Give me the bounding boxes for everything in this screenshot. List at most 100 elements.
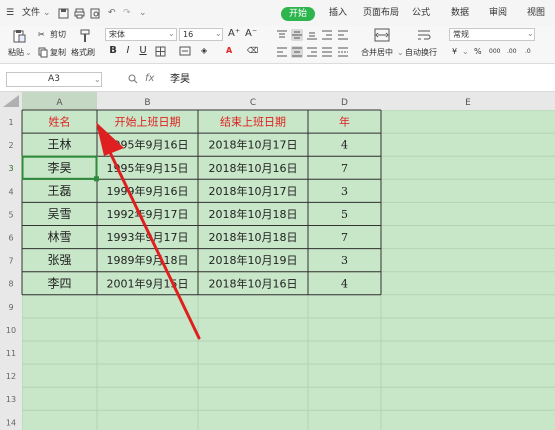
table-cell[interactable]: 7 xyxy=(341,231,348,244)
align-right-icon[interactable] xyxy=(306,46,318,58)
row-header-9[interactable]: 9 xyxy=(8,303,13,312)
row-header-5[interactable]: 5 xyxy=(8,210,13,219)
currency-chevron-icon[interactable]: ⌄ xyxy=(462,46,469,58)
column-header-B[interactable]: B xyxy=(144,98,150,108)
column-header-E[interactable]: E xyxy=(465,98,471,108)
table-cell[interactable]: 王林 xyxy=(47,138,71,152)
number-format-select[interactable]: 常规 xyxy=(449,28,535,41)
align-top-icon[interactable] xyxy=(276,29,288,41)
print-icon[interactable] xyxy=(74,8,85,19)
paste-icon[interactable] xyxy=(12,29,26,43)
row-header-7[interactable]: 7 xyxy=(8,257,13,266)
row-header-10[interactable]: 10 xyxy=(6,326,16,335)
table-cell[interactable]: 2018年10月16日 xyxy=(209,161,298,175)
insert-function-icon[interactable]: fx xyxy=(145,73,154,85)
fill-color-icon[interactable]: ◈ xyxy=(201,45,207,57)
row-header-12[interactable]: 12 xyxy=(6,372,16,381)
row-header-3[interactable]: 3 xyxy=(8,164,13,173)
format-painter-button[interactable]: 格式刷 xyxy=(71,47,95,59)
table-header-cell[interactable]: 结束上班日期 xyxy=(220,116,286,129)
table-cell[interactable]: 4 xyxy=(341,139,348,152)
name-box-chevron-icon[interactable]: ⌄ xyxy=(94,74,101,86)
table-cell[interactable]: 1992年9月17日 xyxy=(107,207,189,221)
number-format-chevron-icon[interactable]: ⌄ xyxy=(527,28,534,40)
align-middle-icon[interactable] xyxy=(291,29,303,41)
borders-icon[interactable] xyxy=(155,46,166,57)
increase-font-icon[interactable]: A⁺ xyxy=(228,28,240,40)
quick-access-chevron-icon[interactable]: ⌄ xyxy=(139,0,147,26)
align-left-icon[interactable] xyxy=(276,46,288,58)
formula-input[interactable]: 李昊 xyxy=(170,73,190,86)
column-header-D[interactable]: D xyxy=(341,98,348,108)
tab-review[interactable]: 审阅 xyxy=(489,0,507,26)
table-cell[interactable]: 李昊 xyxy=(47,160,71,175)
justify-icon[interactable] xyxy=(321,46,333,58)
table-cell[interactable]: 2018年10月18日 xyxy=(209,207,298,221)
row-header-11[interactable]: 11 xyxy=(6,349,16,358)
name-box[interactable]: A3 xyxy=(6,72,102,87)
table-cell[interactable]: 林雪 xyxy=(47,230,71,244)
cut-button[interactable]: 剪切 xyxy=(50,29,66,41)
distributed-align-icon[interactable] xyxy=(337,46,349,58)
underline-icon[interactable]: U xyxy=(137,45,149,57)
row-header-8[interactable]: 8 xyxy=(8,280,13,289)
table-cell[interactable]: 2018年10月19日 xyxy=(209,253,298,267)
italic-icon[interactable]: I xyxy=(122,45,134,57)
worksheet-grid[interactable]: A B C D E 1 2 3 4 5 6 7 8 9 10 11 12 13 14 姓名 开始上班日期 结束上班日期年… xyxy=(0,92,555,430)
table-cell[interactable]: 1989年9月18日 xyxy=(107,253,189,267)
font-color-icon[interactable]: A xyxy=(226,45,232,57)
row-header-4[interactable]: 4 xyxy=(8,187,13,196)
table-header-cell[interactable]: 开始上班日期 xyxy=(115,115,181,129)
clear-format-icon[interactable]: ⌫ xyxy=(247,45,258,57)
save-icon[interactable] xyxy=(58,8,69,19)
row-header-1[interactable]: 1 xyxy=(8,118,13,127)
wrap-text-button[interactable]: 自动换行 xyxy=(405,47,437,59)
table-cell[interactable]: 2018年10月18日 xyxy=(209,230,298,244)
undo-icon[interactable]: ↶ xyxy=(108,0,116,26)
fill-handle[interactable] xyxy=(94,176,99,182)
print-preview-icon[interactable] xyxy=(90,8,101,19)
table-cell[interactable]: 5 xyxy=(341,208,348,221)
table-cell[interactable]: 3 xyxy=(341,254,348,267)
file-menu-chevron-icon[interactable]: ⌄ xyxy=(43,0,51,26)
tab-page-layout[interactable]: 页面布局 xyxy=(363,0,399,26)
currency-icon[interactable]: ¥ xyxy=(452,46,457,58)
bold-icon[interactable]: B xyxy=(107,45,119,57)
merge-center-button[interactable]: 合并居中 xyxy=(361,47,393,59)
format-painter-icon[interactable] xyxy=(79,29,91,43)
decrease-font-icon[interactable]: A⁻ xyxy=(245,28,257,40)
percent-icon[interactable]: % xyxy=(474,46,482,58)
table-header-cell[interactable]: 年 xyxy=(339,115,350,129)
merge-center-chevron-icon[interactable]: ⌄ xyxy=(397,47,404,59)
font-name-select[interactable]: 宋体 xyxy=(105,28,177,41)
table-cell[interactable]: 2018年10月17日 xyxy=(209,138,298,152)
column-header-C[interactable]: C xyxy=(250,98,256,108)
font-name-chevron-icon[interactable]: ⌄ xyxy=(168,28,175,40)
increase-decimal-icon[interactable]: .00 xyxy=(507,46,517,58)
tab-view[interactable]: 视图 xyxy=(527,0,545,26)
wrap-text-icon[interactable] xyxy=(416,28,432,42)
table-cell[interactable]: 吴雪 xyxy=(47,207,71,221)
column-header-A[interactable]: A xyxy=(56,98,63,108)
table-cell[interactable]: 2018年10月16日 xyxy=(209,276,298,290)
redo-icon[interactable]: ↷ xyxy=(123,0,131,26)
align-center-icon[interactable] xyxy=(291,46,303,58)
table-cell[interactable]: 张强 xyxy=(47,253,71,267)
row-header-14[interactable]: 14 xyxy=(6,418,16,427)
cut-icon[interactable]: ✂ xyxy=(38,29,45,41)
row-header-2[interactable]: 2 xyxy=(8,141,13,150)
paste-button[interactable]: 粘贴 xyxy=(8,47,24,59)
merge-center-icon[interactable] xyxy=(374,28,390,42)
file-menu[interactable]: 文件 xyxy=(22,0,40,26)
decrease-decimal-icon[interactable]: .0 xyxy=(525,46,531,58)
thousands-separator-icon[interactable]: 000 xyxy=(489,46,500,58)
hamburger-menu-icon[interactable]: ☰ xyxy=(6,0,14,26)
copy-button[interactable]: 复制 xyxy=(50,47,66,59)
table-cell[interactable]: 李四 xyxy=(47,275,71,290)
table-cell[interactable]: 4 xyxy=(341,277,348,290)
table-cell[interactable]: 1999年9月16日 xyxy=(107,184,189,198)
table-cell[interactable]: 王磊 xyxy=(47,184,71,198)
worksheet-canvas[interactable]: A B C D E1234567891011121314 姓名 开始上班日期 结束上班日期年… xyxy=(0,92,555,430)
tab-start[interactable]: 开始 xyxy=(281,7,315,21)
zoom-icon[interactable] xyxy=(128,74,138,84)
